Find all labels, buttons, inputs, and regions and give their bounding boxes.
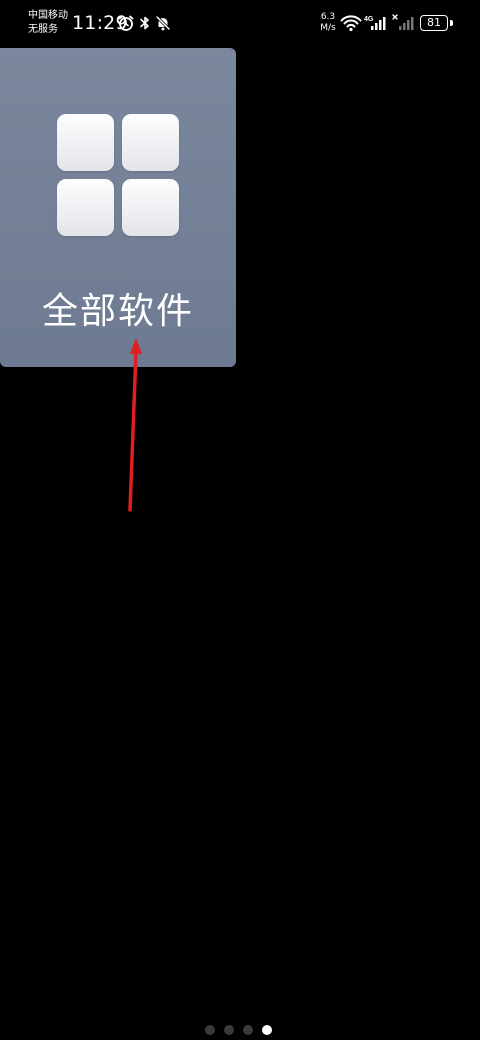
page-indicator: [205, 1025, 272, 1035]
carrier-info: 中国移动 无服务: [28, 9, 72, 37]
grid-tile: [57, 114, 114, 171]
carrier-status: 无服务: [28, 24, 58, 35]
all-apps-card[interactable]: 全部软件: [0, 48, 236, 367]
signal-no-service-icon: [392, 14, 416, 32]
all-apps-label: 全部软件: [41, 291, 194, 332]
network-speed: 6.3 M/s: [315, 12, 341, 34]
network-speed-value: 6.3: [320, 12, 336, 22]
grid-tile: [57, 179, 114, 236]
arrow-shaft: [128, 350, 138, 512]
page-dot[interactable]: [205, 1025, 215, 1035]
alarm-icon: [117, 14, 135, 32]
grid-tile: [122, 114, 179, 171]
grid-tile: [122, 179, 179, 236]
battery-icon: 81: [420, 15, 448, 31]
status-bar: 中国移动 无服务 11:29 6.3 M/s 4G 81: [0, 0, 480, 46]
page-dot[interactable]: [243, 1025, 253, 1035]
bluetooth-icon: [136, 14, 154, 32]
mute-notification-icon: [154, 14, 172, 32]
signal-4g-icon: 4G: [364, 14, 388, 32]
page-dot[interactable]: [224, 1025, 234, 1035]
battery-tip: [450, 20, 453, 26]
network-speed-unit: M/s: [320, 23, 336, 33]
page-dot-active[interactable]: [262, 1025, 272, 1035]
carrier-name: 中国移动: [28, 10, 68, 21]
network-type-label: 4G: [364, 16, 374, 23]
grid-four-squares-icon: [57, 114, 179, 236]
wifi-icon: [340, 14, 362, 32]
home-screen: 中国移动 无服务 11:29 6.3 M/s 4G 81 全部软件: [0, 0, 480, 1040]
